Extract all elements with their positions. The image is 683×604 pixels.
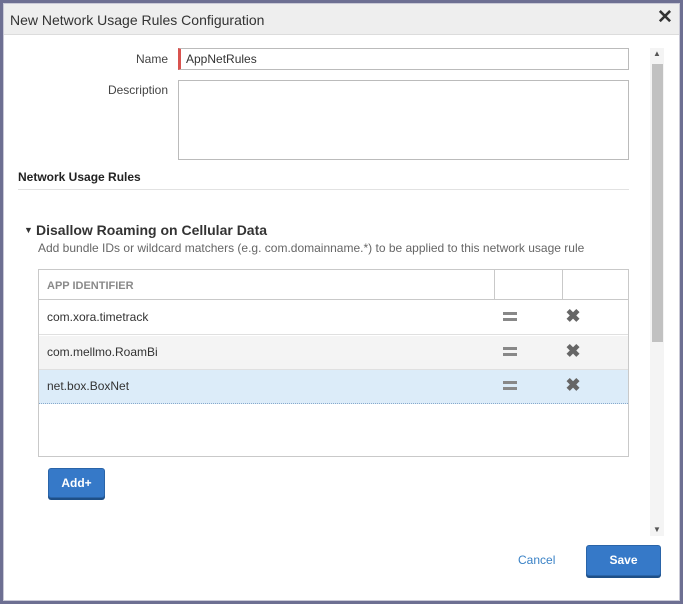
table-header: APP IDENTIFIER <box>39 270 629 300</box>
column-divider <box>562 270 563 300</box>
drag-handle-icon[interactable] <box>503 312 517 323</box>
column-divider <box>494 270 495 300</box>
name-label: Name <box>135 52 168 66</box>
caret-down-icon: ▼ <box>24 225 33 235</box>
table-row-selected[interactable]: net.box.BoxNet ✖ <box>39 370 628 404</box>
close-icon[interactable]: ✕ <box>657 8 673 27</box>
dialog-titlebar: New Network Usage Rules Configuration ✕ <box>4 4 679 35</box>
table-row[interactable]: com.mellmo.RoamBi ✖ <box>39 336 628 370</box>
delete-x-icon[interactable]: ✖ <box>565 375 581 395</box>
table-row[interactable]: com.xora.timetrack ✖ <box>39 301 628 335</box>
rule-group-title: Disallow Roaming on Cellular Data <box>36 222 268 238</box>
rule-group-toggle[interactable]: ▼ Disallow Roaming on Cellular Data <box>24 222 267 238</box>
delete-x-icon[interactable]: ✖ <box>565 341 581 361</box>
drag-handle-icon[interactable] <box>503 381 517 392</box>
scroll-down-arrow-icon[interactable]: ▼ <box>650 524 664 536</box>
drag-handle-icon[interactable] <box>503 347 517 358</box>
delete-x-icon[interactable]: ✖ <box>565 306 581 326</box>
app-identifier-cell: com.xora.timetrack <box>47 310 149 324</box>
description-textarea[interactable] <box>178 80 629 160</box>
scroll-up-arrow-icon[interactable]: ▲ <box>650 48 664 60</box>
vertical-scrollbar[interactable]: ▲ ▼ <box>650 48 664 536</box>
app-identifier-cell: net.box.BoxNet <box>47 379 130 393</box>
name-input[interactable] <box>178 48 629 70</box>
column-divider <box>628 270 629 300</box>
scrollbar-thumb[interactable] <box>652 64 663 342</box>
section-divider <box>18 189 629 190</box>
dialog-title: New Network Usage Rules Configuration <box>10 12 265 28</box>
column-header-app-identifier: APP IDENTIFIER <box>47 280 134 292</box>
app-identifier-table: APP IDENTIFIER com.xora.timetrack ✖ com.… <box>38 269 629 457</box>
section-title: Network Usage Rules <box>18 170 141 184</box>
cancel-button[interactable]: Cancel <box>518 553 555 567</box>
description-label: Description <box>107 83 168 97</box>
app-identifier-cell: com.mellmo.RoamBi <box>47 345 158 359</box>
rule-group-description: Add bundle IDs or wildcard matchers (e.g… <box>38 241 585 255</box>
network-usage-rules-dialog: New Network Usage Rules Configuration ✕ … <box>3 3 680 601</box>
save-button[interactable]: Save <box>586 545 661 576</box>
add-app-button[interactable]: Add+ <box>48 468 105 498</box>
